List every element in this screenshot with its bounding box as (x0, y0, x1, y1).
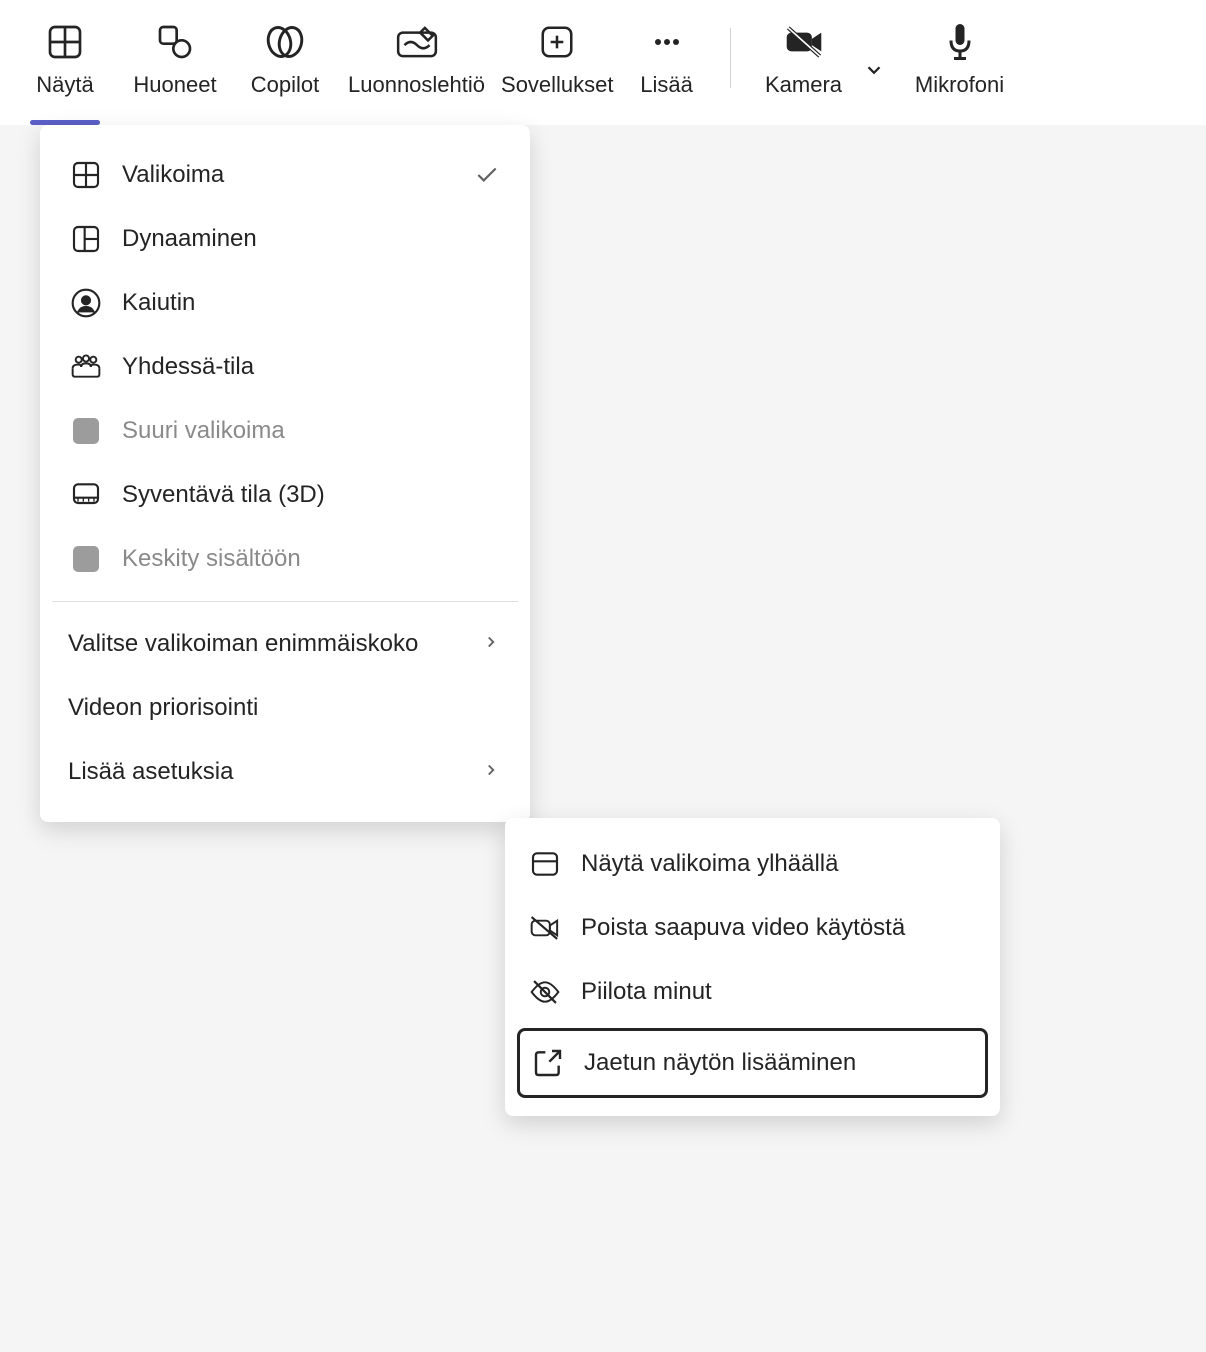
dynamic-icon (68, 221, 104, 257)
menu-more-settings[interactable]: Lisää asetuksia (40, 740, 530, 804)
check-icon (472, 162, 502, 188)
toolbar-rooms-label: Huoneet (133, 72, 216, 98)
rooms-icon (155, 18, 195, 66)
menu-prioritize-video[interactable]: Videon priorisointi (40, 676, 530, 740)
toolbar-whiteboard-label: Luonnoslehtiö (348, 72, 485, 98)
toolbar-apps-label: Sovellukset (501, 72, 614, 98)
menu-max-gallery-size-label: Valitse valikoiman enimmäiskoko (68, 630, 482, 658)
submenu-add-shared-screen-label: Jaetun näytön lisääminen (584, 1049, 975, 1077)
toolbar-view-label: Näytä (36, 72, 93, 98)
camera-off-icon (782, 18, 826, 66)
menu-immersive-3d[interactable]: Syventävä tila (3D) (40, 463, 530, 527)
immersive-3d-icon (68, 477, 104, 513)
menu-speaker[interactable]: Kaiutin (40, 271, 530, 335)
focus-content-icon (68, 541, 104, 577)
large-gallery-icon (68, 413, 104, 449)
microphone-icon (942, 18, 978, 66)
more-settings-submenu: Näytä valikoima ylhäällä Poista saapuva … (505, 818, 1000, 1116)
submenu-hide-me[interactable]: Piilota minut (505, 960, 1000, 1024)
submenu-disable-incoming-video-label: Poista saapuva video käytöstä (581, 914, 978, 942)
menu-divider (52, 601, 518, 602)
view-dropdown-menu: Valikoima Dynaaminen Kaiutin Yhdessä-til… (40, 125, 530, 822)
video-off-icon (527, 910, 563, 946)
submenu-disable-incoming-video[interactable]: Poista saapuva video käytöstä (505, 896, 1000, 960)
menu-dynamic-label: Dynaaminen (122, 225, 502, 253)
toolbar-copilot-button[interactable]: Copilot (230, 18, 340, 125)
toolbar-microphone-button[interactable]: Mikrofoni (905, 18, 1015, 125)
camera-chevron-icon[interactable] (863, 59, 885, 86)
menu-dynamic[interactable]: Dynaaminen (40, 207, 530, 271)
menu-immersive-3d-label: Syventävä tila (3D) (122, 481, 502, 509)
together-icon (68, 349, 104, 385)
speaker-icon (68, 285, 104, 321)
grid-icon (45, 18, 85, 66)
menu-focus-content[interactable]: Keskity sisältöön (40, 527, 530, 591)
menu-together[interactable]: Yhdessä-tila (40, 335, 530, 399)
menu-focus-content-label: Keskity sisältöön (122, 545, 502, 573)
chevron-right-icon (482, 633, 502, 656)
menu-large-gallery[interactable]: Suuri valikoima (40, 399, 530, 463)
gallery-icon (68, 157, 104, 193)
chevron-right-icon (482, 761, 502, 784)
menu-prioritize-video-label: Videon priorisointi (68, 694, 502, 722)
toolbar-apps-button[interactable]: Sovellukset (493, 18, 622, 125)
submenu-hide-me-label: Piilota minut (581, 978, 978, 1006)
toolbar-whiteboard-button[interactable]: Luonnoslehtiö (340, 18, 493, 125)
menu-more-settings-label: Lisää asetuksia (68, 758, 482, 786)
submenu-add-shared-screen[interactable]: Jaetun näytön lisääminen (517, 1028, 988, 1098)
menu-max-gallery-size[interactable]: Valitse valikoiman enimmäiskoko (40, 612, 530, 676)
apps-icon (538, 18, 576, 66)
submenu-show-gallery-top-label: Näytä valikoima ylhäällä (581, 850, 978, 878)
toolbar-more-button[interactable]: Lisää (622, 18, 712, 125)
menu-speaker-label: Kaiutin (122, 289, 502, 317)
more-icon (649, 18, 685, 66)
menu-large-gallery-label: Suuri valikoima (122, 417, 502, 445)
toolbar-view-button[interactable]: Näytä (10, 18, 120, 125)
submenu-show-gallery-top[interactable]: Näytä valikoima ylhäällä (505, 832, 1000, 896)
eye-off-icon (527, 974, 563, 1010)
toolbar-copilot-label: Copilot (251, 72, 319, 98)
copilot-icon (263, 18, 307, 66)
gallery-top-icon (527, 846, 563, 882)
toolbar-microphone-label: Mikrofoni (915, 72, 1004, 98)
menu-together-label: Yhdessä-tila (122, 353, 502, 381)
toolbar-separator (730, 28, 731, 88)
toolbar-rooms-button[interactable]: Huoneet (120, 18, 230, 125)
whiteboard-icon (395, 18, 439, 66)
toolbar-camera-button[interactable]: Kamera (749, 18, 859, 98)
popout-icon (530, 1045, 566, 1081)
menu-gallery-label: Valikoima (122, 161, 472, 189)
toolbar: Näytä Huoneet Copilot Luonnoslehtiö Sove… (0, 0, 1206, 125)
menu-gallery[interactable]: Valikoima (40, 143, 530, 207)
toolbar-more-label: Lisää (640, 72, 693, 98)
toolbar-camera-label: Kamera (765, 72, 842, 98)
